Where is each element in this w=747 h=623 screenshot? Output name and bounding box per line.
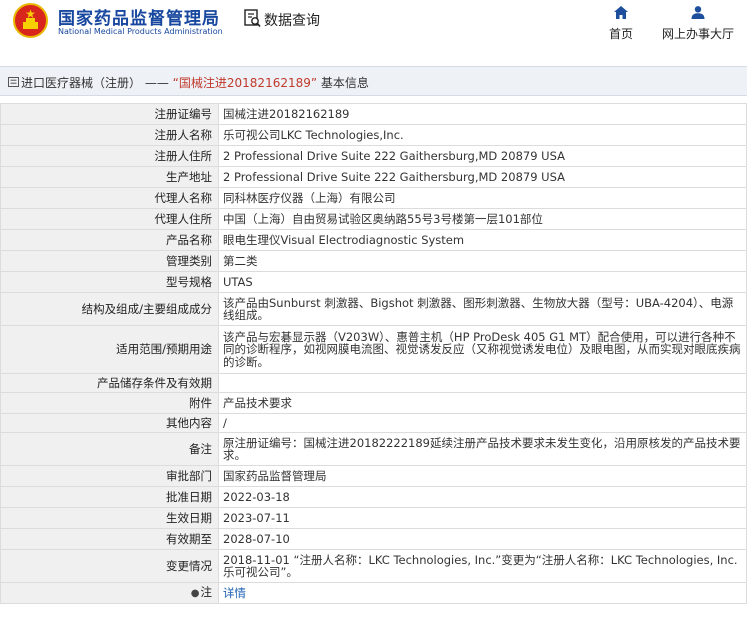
lightbulb-icon: ● bbox=[190, 587, 200, 599]
table-row: 管理类别 第二类 bbox=[0, 250, 747, 272]
note-label: 注 bbox=[200, 584, 213, 599]
row-value: 2018-11-01 “注册人名称：LKC Technologies, Inc.… bbox=[218, 549, 747, 583]
table-row: 代理人名称 同科林医疗仪器（上海）有限公司 bbox=[0, 187, 747, 209]
table-row: 审批部门 国家药品监督管理局 bbox=[0, 465, 747, 487]
user-icon bbox=[691, 6, 705, 19]
row-value: 同科林医疗仪器（上海）有限公司 bbox=[218, 187, 747, 209]
home-icon bbox=[614, 6, 628, 19]
row-value: 第二类 bbox=[218, 250, 747, 272]
nav-home-label: 首页 bbox=[608, 27, 633, 41]
table-row: 备注 原注册证编号：国械注进20182222189延续注册产品技术要求未发生变化，… bbox=[0, 432, 747, 466]
row-value: / bbox=[218, 413, 747, 433]
row-value: 2 Professional Drive Suite 222 Gaithersb… bbox=[218, 145, 747, 167]
row-label: 生产地址 bbox=[0, 166, 219, 188]
row-label: 有效期至 bbox=[0, 528, 219, 550]
row-value: 2023-07-11 bbox=[218, 507, 747, 529]
row-label: 变更情况 bbox=[0, 549, 219, 583]
row-label: 产品储存条件及有效期 bbox=[0, 373, 219, 393]
nav-online-hall[interactable]: 网上办事大厅 bbox=[656, 4, 740, 42]
row-label: 管理类别 bbox=[0, 250, 219, 272]
row-value: 乐可视公司LKC Technologies,Inc. bbox=[218, 124, 747, 146]
row-value: 国家药品监督管理局 bbox=[218, 465, 747, 487]
row-label: 其他内容 bbox=[0, 413, 219, 433]
data-query-link[interactable]: 数据查询 bbox=[264, 10, 320, 30]
org-name-cn: 国家药品监督管理局 bbox=[58, 9, 220, 29]
table-row: 附件 产品技术要求 bbox=[0, 392, 747, 414]
table-row: 结构及组成/主要组成成分 该产品由Sunburst 刺激器、Bigshot 刺激器… bbox=[0, 292, 747, 326]
row-value: 该产品与宏碁显示器（V203W）、惠普主机（HP ProDesk 405 G1 … bbox=[218, 325, 747, 374]
row-label: 型号规格 bbox=[0, 271, 219, 293]
row-label: 注册人名称 bbox=[0, 124, 219, 146]
table-row: 注册人住所 2 Professional Drive Suite 222 Gait… bbox=[0, 145, 747, 167]
note-value-cell: 详情 bbox=[218, 582, 747, 604]
search-icon[interactable] bbox=[244, 9, 261, 28]
table-row: 生产地址 2 Professional Drive Suite 222 Gaith… bbox=[0, 166, 747, 188]
row-label: 产品名称 bbox=[0, 229, 219, 251]
row-label: 代理人住所 bbox=[0, 208, 219, 230]
row-label: 审批部门 bbox=[0, 465, 219, 487]
breadcrumb-category[interactable]: 进口医疗器械（注册） bbox=[21, 76, 141, 90]
row-value: 2 Professional Drive Suite 222 Gaithersb… bbox=[218, 166, 747, 188]
breadcrumb-separator: —— bbox=[144, 76, 169, 90]
list-icon bbox=[8, 77, 19, 87]
table-row: 产品名称 眼电生理仪Visual Electrodiagnostic System bbox=[0, 229, 747, 251]
row-label: 结构及组成/主要组成成分 bbox=[0, 292, 219, 326]
breadcrumb-reg-no: “国械注进20182162189” bbox=[172, 76, 318, 90]
row-value: 产品技术要求 bbox=[218, 392, 747, 414]
nav-online-hall-label: 网上办事大厅 bbox=[661, 27, 734, 41]
row-value: 该产品由Sunburst 刺激器、Bigshot 刺激器、图形刺激器、生物放大器… bbox=[218, 292, 747, 326]
row-value: 2022-03-18 bbox=[218, 486, 747, 508]
row-value bbox=[218, 373, 747, 393]
breadcrumb-suffix: 基本信息 bbox=[320, 76, 369, 90]
details-link[interactable]: 详情 bbox=[223, 586, 246, 600]
note-row: ●注 详情 bbox=[0, 582, 747, 604]
table-row: 其他内容 / bbox=[0, 413, 747, 433]
row-value: UTAS bbox=[218, 271, 747, 293]
org-name-en: National Medical Products Administration bbox=[58, 27, 223, 36]
table-row: 变更情况 2018-11-01 “注册人名称：LKC Technologies, … bbox=[0, 549, 747, 583]
row-label: 附件 bbox=[0, 392, 219, 414]
note-label-cell: ●注 bbox=[0, 582, 219, 604]
breadcrumb: 进口医疗器械（注册） —— “国械注进20182162189” 基本信息 bbox=[0, 66, 747, 96]
row-value: 国械注进20182162189 bbox=[218, 103, 747, 125]
row-value: 眼电生理仪Visual Electrodiagnostic System bbox=[218, 229, 747, 251]
table-row: 批准日期 2022-03-18 bbox=[0, 486, 747, 508]
row-value: 2028-07-10 bbox=[218, 528, 747, 550]
table-row: 注册证编号 国械注进20182162189 bbox=[0, 103, 747, 125]
table-row: 型号规格 UTAS bbox=[0, 271, 747, 293]
national-emblem-icon: ★ bbox=[13, 3, 48, 38]
row-label: 注册人住所 bbox=[0, 145, 219, 167]
row-value: 原注册证编号：国械注进20182222189延续注册产品技术要求未发生变化，沿用… bbox=[218, 432, 747, 466]
row-label: 生效日期 bbox=[0, 507, 219, 529]
site-header: ★ 国家药品监督管理局 National Medical Products Ad… bbox=[0, 0, 747, 48]
row-label: 批准日期 bbox=[0, 486, 219, 508]
table-row: 适用范围/预期用途 该产品与宏碁显示器（V203W）、惠普主机（HP ProDes… bbox=[0, 325, 747, 374]
section-title: 进口医疗器械（注册） —— “国械注进20182162189” 基本信息 bbox=[21, 74, 369, 91]
row-label: 适用范围/预期用途 bbox=[0, 325, 219, 374]
row-value: 中国（上海）自由贸易试验区奥纳路55号3号楼第一层101部位 bbox=[218, 208, 747, 230]
table-row: 有效期至 2028-07-10 bbox=[0, 528, 747, 550]
table-row: 注册人名称 乐可视公司LKC Technologies,Inc. bbox=[0, 124, 747, 146]
product-info-table: 注册证编号 国械注进20182162189 注册人名称 乐可视公司LKC Techn… bbox=[0, 103, 747, 604]
table-row: 代理人住所 中国（上海）自由贸易试验区奥纳路55号3号楼第一层101部位 bbox=[0, 208, 747, 230]
row-label: 注册证编号 bbox=[0, 103, 219, 125]
table-row: 生效日期 2023-07-11 bbox=[0, 507, 747, 529]
nav-home[interactable]: 首页 bbox=[603, 4, 639, 42]
row-label: 代理人名称 bbox=[0, 187, 219, 209]
table-row: 产品储存条件及有效期 bbox=[0, 373, 747, 393]
row-label: 备注 bbox=[0, 432, 219, 466]
